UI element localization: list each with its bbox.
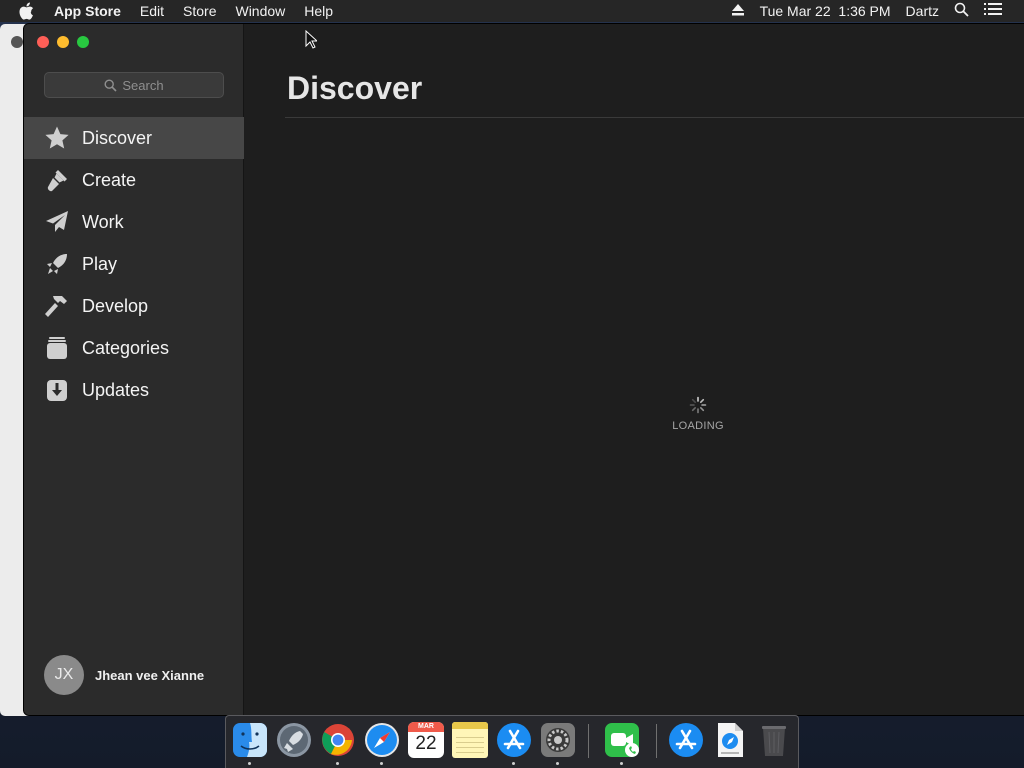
apple-menu-icon[interactable]	[18, 2, 38, 20]
loading-text: LOADING	[672, 420, 724, 432]
close-button[interactable]	[37, 36, 49, 48]
sidebar-item-categories[interactable]: Categories	[24, 327, 244, 369]
sidebar-item-create[interactable]: Create	[24, 159, 244, 201]
menu-app-store[interactable]: App Store	[54, 3, 121, 19]
dock-separator	[588, 724, 589, 758]
safari-icon[interactable]	[364, 722, 400, 758]
downloads-stack-icon[interactable]	[712, 722, 748, 758]
sidebar-item-play[interactable]: Play	[24, 243, 244, 285]
background-window-button[interactable]	[11, 36, 23, 48]
stack-icon	[44, 335, 70, 361]
page-title: Discover	[287, 70, 423, 106]
avatar: JX	[44, 655, 84, 695]
sidebar-item-label: Develop	[82, 295, 149, 316]
facetime-running-dot	[620, 762, 623, 765]
sidebar-item-label: Work	[82, 211, 124, 232]
star-icon	[44, 125, 70, 151]
chrome-running-dot	[336, 762, 339, 765]
mouse-cursor-icon	[305, 30, 317, 49]
hammer-icon	[44, 293, 70, 319]
notes-header	[452, 722, 488, 729]
calendar-icon[interactable]: MAR 22	[408, 722, 444, 758]
account-button[interactable]: JX Jhean vee Xianne	[44, 655, 204, 695]
paper-plane-icon	[44, 209, 70, 235]
sidebar-item-label: Updates	[82, 379, 150, 400]
menu-help[interactable]: Help	[304, 3, 333, 19]
eject-icon[interactable]	[731, 3, 745, 19]
notes-icon[interactable]	[452, 722, 488, 758]
system-preferences-running-dot	[556, 762, 559, 765]
app-store-window: Search Discover Create Work Play Develop…	[24, 24, 1024, 715]
trash-icon[interactable]	[756, 722, 792, 758]
sidebar-item-label: Discover	[82, 127, 153, 148]
app-store-download-icon[interactable]	[668, 722, 704, 758]
sidebar-item-work[interactable]: Work	[24, 201, 244, 243]
clock-text[interactable]: Tue Mar 22 1:36 PM	[760, 3, 891, 19]
launchpad-icon[interactable]	[276, 722, 312, 758]
notification-center-icon[interactable]	[984, 3, 1002, 19]
finder-running-dot	[248, 762, 251, 765]
safari-running-dot	[380, 762, 383, 765]
system-preferences-icon[interactable]	[540, 722, 576, 758]
sidebar-item-updates[interactable]: Updates	[24, 369, 244, 411]
sidebar-item-label: Categories	[82, 337, 170, 358]
calendar-month: MAR	[408, 722, 444, 732]
sidebar-item-label: Create	[82, 169, 137, 190]
chrome-icon[interactable]	[320, 722, 356, 758]
menu-bar: App Store Edit Store Window Help Tue Mar…	[0, 0, 1024, 22]
main-content: Discover LOADING	[245, 24, 1024, 715]
user-menu[interactable]: Dartz	[906, 3, 939, 19]
facetime-icon[interactable]	[604, 722, 640, 758]
zoom-button[interactable]	[77, 36, 89, 48]
menu-store[interactable]: Store	[183, 3, 216, 19]
sidebar-item-discover[interactable]: Discover	[24, 117, 244, 159]
search-icon	[104, 78, 117, 92]
spotlight-search-icon[interactable]	[954, 2, 969, 20]
minimize-button[interactable]	[57, 36, 69, 48]
menu-window[interactable]: Window	[235, 3, 285, 19]
search-field[interactable]: Search	[44, 72, 224, 98]
sidebar-item-label: Play	[82, 253, 118, 274]
sidebar-item-develop[interactable]: Develop	[24, 285, 244, 327]
brush-icon	[44, 167, 70, 193]
notes-lines	[456, 733, 484, 757]
download-icon	[44, 377, 70, 403]
rocket-icon	[44, 251, 70, 277]
search-placeholder: Search	[122, 77, 164, 93]
menu-edit[interactable]: Edit	[140, 3, 164, 19]
sidebar: Search Discover Create Work Play Develop…	[24, 24, 244, 715]
app-store-running-dot	[512, 762, 515, 765]
title-divider	[285, 117, 1024, 118]
dock: MAR 22	[225, 715, 799, 768]
app-store-icon[interactable]	[496, 722, 532, 758]
dock-separator	[656, 724, 657, 758]
spinner-icon	[689, 396, 707, 414]
loading-indicator: LOADING	[658, 396, 738, 432]
window-controls	[24, 36, 97, 48]
user-name: Jhean vee Xianne	[95, 667, 205, 683]
sidebar-nav: Discover Create Work Play Develop Catego…	[24, 117, 244, 411]
calendar-day: 22	[415, 733, 437, 754]
finder-icon[interactable]	[232, 722, 268, 758]
